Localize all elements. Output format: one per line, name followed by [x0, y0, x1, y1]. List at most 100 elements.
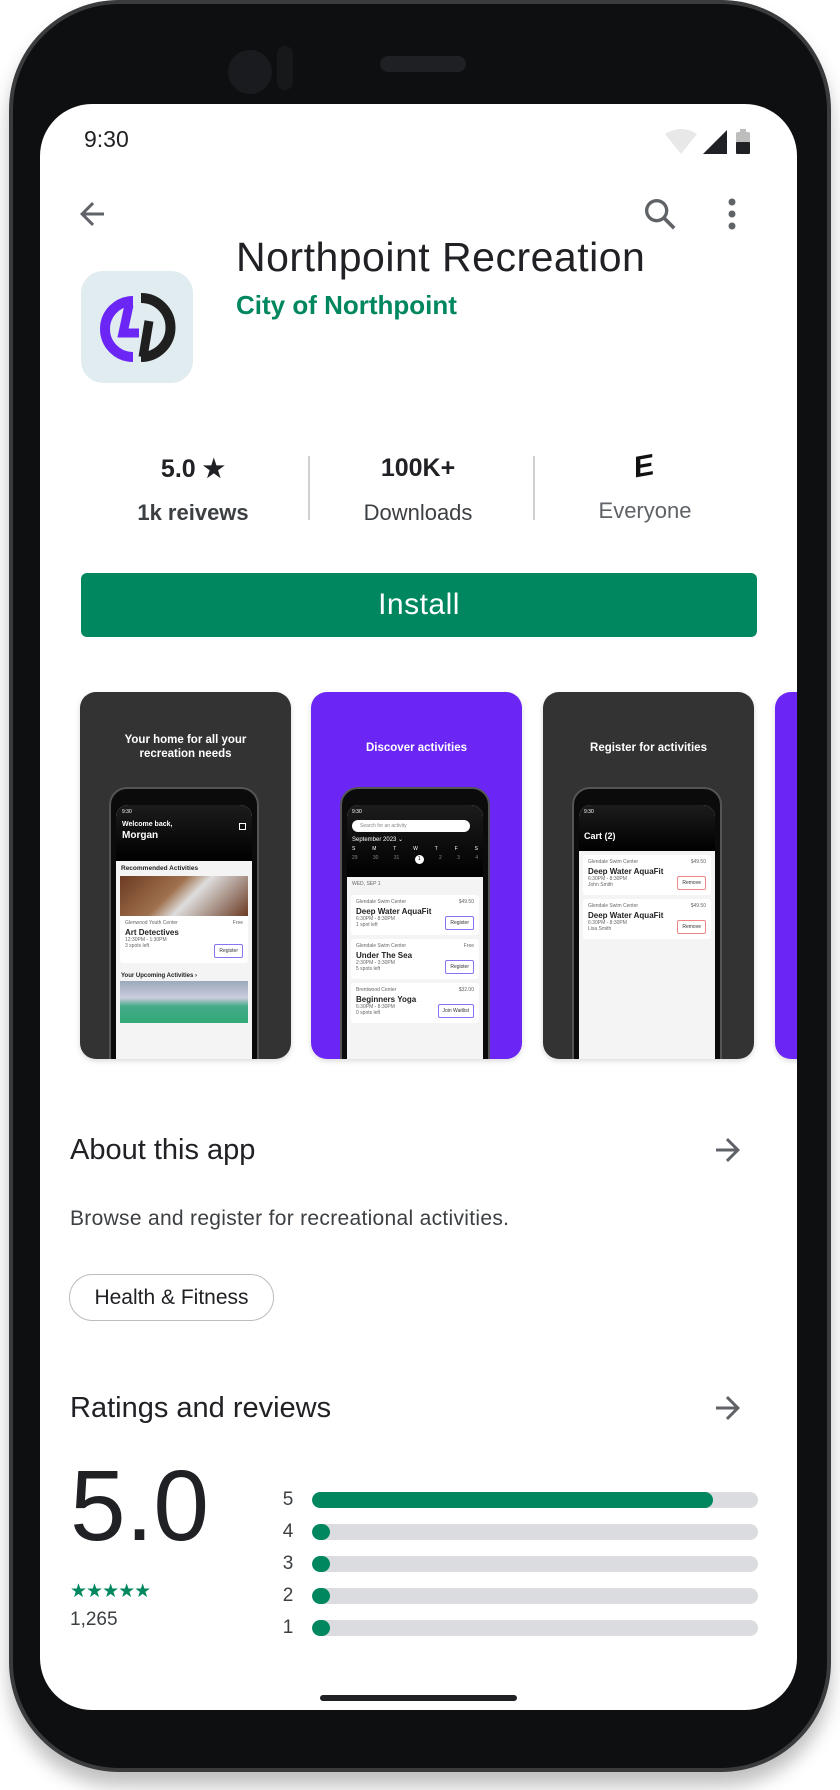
- mini-phone: 9:30 Welcome back, Morgan Recommended Ac…: [109, 787, 259, 1059]
- ratings-title[interactable]: Ratings and reviews: [70, 1392, 331, 1425]
- rating-bar-fill: [312, 1620, 330, 1636]
- qr-icon: [239, 823, 246, 830]
- mini-price: $32.00: [458, 987, 474, 993]
- wifi-icon: [665, 129, 697, 154]
- mini-title: Under The Sea: [356, 951, 413, 960]
- sensor: [277, 46, 293, 90]
- mini-price: Free: [463, 943, 474, 949]
- screenshot-caption: Register for activities: [590, 742, 707, 754]
- activity-image: [120, 981, 248, 1023]
- screenshot-caption: Your home for all your recreation needs: [124, 734, 247, 760]
- screenshot-3[interactable]: Register for activities 9:30 Cart (2) Gl…: [543, 692, 754, 1059]
- rating-bar-track: [312, 1588, 758, 1604]
- rating-bar-fill: [312, 1524, 330, 1540]
- mini-time: 9:30: [352, 809, 362, 815]
- mini-time: 9:30: [122, 809, 132, 815]
- content-rating: Everyone: [598, 498, 692, 523]
- rating-bar-row: 5: [278, 1484, 758, 1516]
- rating-bar-row: 1: [278, 1612, 758, 1644]
- more-vert-icon[interactable]: [720, 196, 744, 232]
- rating-bar-label: 5: [282, 1489, 294, 1510]
- mini-greeting: Welcome back,: [122, 821, 173, 828]
- rating-bar-label: 2: [282, 1585, 294, 1606]
- screenshot-2[interactable]: Discover activities 9:30 Search for an a…: [311, 692, 522, 1059]
- mini-activity-card: Glendale Swim Center $49.50 Deep Water A…: [351, 895, 479, 935]
- screen: 9:30 Northpoint Recreation City of North…: [40, 104, 797, 1710]
- search-icon[interactable]: [640, 194, 680, 234]
- mini-weekday: M: [372, 846, 377, 852]
- back-arrow-icon[interactable]: [74, 196, 110, 232]
- mini-section: Recommended Activities: [121, 865, 199, 872]
- mini-date: 31: [393, 855, 400, 861]
- mini-weekday: F: [454, 846, 458, 852]
- status-time: 9:30: [84, 126, 129, 152]
- mini-title: Deep Water AquaFit: [588, 911, 664, 920]
- rating-bar-row: 2: [278, 1580, 758, 1612]
- activity-image: [120, 876, 248, 916]
- mini-search: Search for an activity: [352, 820, 470, 832]
- average-rating: 5.0: [70, 1450, 210, 1562]
- about-title[interactable]: About this app: [70, 1134, 255, 1167]
- downloads-stat: 100K+: [380, 454, 456, 482]
- rating-bar-track: [312, 1556, 758, 1572]
- rating-bar-track: [312, 1524, 758, 1540]
- install-button[interactable]: Install: [81, 573, 757, 637]
- mini-title: Art Detectives: [125, 928, 179, 937]
- mini-button: Remove: [677, 876, 706, 890]
- mini-price: $49.50: [458, 899, 474, 905]
- mini-center: Glendale Swim Center: [588, 903, 639, 909]
- mini-date: 30: [372, 855, 379, 861]
- star-icon: ★: [202, 455, 226, 483]
- mini-center: Glenwood Youth Center: [125, 920, 178, 926]
- category-chip[interactable]: Health & Fitness: [69, 1274, 274, 1321]
- developer-link[interactable]: City of Northpoint: [236, 290, 457, 321]
- mini-button: Register: [445, 916, 474, 930]
- divider: [308, 456, 310, 520]
- mini-center: Glendale Swim Center: [588, 859, 639, 865]
- mini-weekday: T: [434, 846, 438, 852]
- mini-activity-card: Brentwood Center $32.00 Beginners Yoga 6…: [351, 983, 479, 1023]
- mini-title: Beginners Yoga: [356, 995, 417, 1004]
- mini-section: Your Upcoming Activities ›: [121, 973, 198, 979]
- mini-cart-title: Cart (2): [584, 831, 616, 841]
- status-icons: [665, 128, 755, 156]
- mini-price: $49.50: [690, 859, 706, 865]
- signal-icon: [703, 130, 727, 154]
- home-indicator[interactable]: [320, 1695, 517, 1701]
- rating-bar-track: [312, 1620, 758, 1636]
- mini-name: Morgan: [122, 830, 159, 841]
- mini-date-header: WED, SEP 1: [352, 881, 381, 887]
- rating-bar-fill: [312, 1556, 330, 1572]
- app-description: Browse and register for recreational act…: [70, 1207, 510, 1230]
- rating-stat: 5.0 ★: [160, 455, 226, 483]
- arrow-forward-icon[interactable]: [710, 1132, 746, 1168]
- mini-activity-card: Glendale Swim Center $49.50 Deep Water A…: [583, 855, 711, 895]
- rating-bar-row: 3: [278, 1548, 758, 1580]
- arrow-forward-icon[interactable]: [710, 1390, 746, 1426]
- mini-activity-card: Glendale Swim Center $49.50 Deep Water A…: [583, 899, 711, 939]
- mini-center: Brentwood Center: [356, 987, 397, 993]
- mini-button: Register: [445, 960, 474, 974]
- mini-center: Glendale Swim Center: [356, 899, 407, 905]
- rating-bar-label: 3: [282, 1553, 294, 1574]
- screenshot-4[interactable]: [775, 692, 797, 1059]
- mini-weekday: W: [413, 846, 418, 852]
- rating-bar-track: [312, 1492, 758, 1508]
- rating-bar-row: 4: [278, 1516, 758, 1548]
- speaker-grille: [380, 56, 466, 72]
- mini-weekday: T: [393, 846, 397, 852]
- mini-register-button: Register: [214, 944, 243, 958]
- mini-date: 2: [439, 855, 442, 861]
- screenshot-1[interactable]: Your home for all your recreation needs …: [80, 692, 291, 1059]
- mini-date: 3: [457, 855, 460, 861]
- screenshot-caption: Discover activities: [365, 742, 467, 754]
- mini-phone: 9:30 Cart (2) Glendale Swim Center $49.5…: [572, 787, 722, 1059]
- rating-bar-label: 4: [282, 1521, 294, 1542]
- mini-date: 29: [352, 855, 358, 861]
- mini-month: September 2023 ⌄: [352, 837, 404, 843]
- mini-weekday: S: [352, 846, 356, 852]
- mini-button: Join Waitlist: [437, 1004, 474, 1018]
- rating-bar-fill: [312, 1492, 714, 1508]
- downloads-label: Downloads: [363, 500, 473, 525]
- mini-title: Deep Water AquaFit: [588, 867, 664, 876]
